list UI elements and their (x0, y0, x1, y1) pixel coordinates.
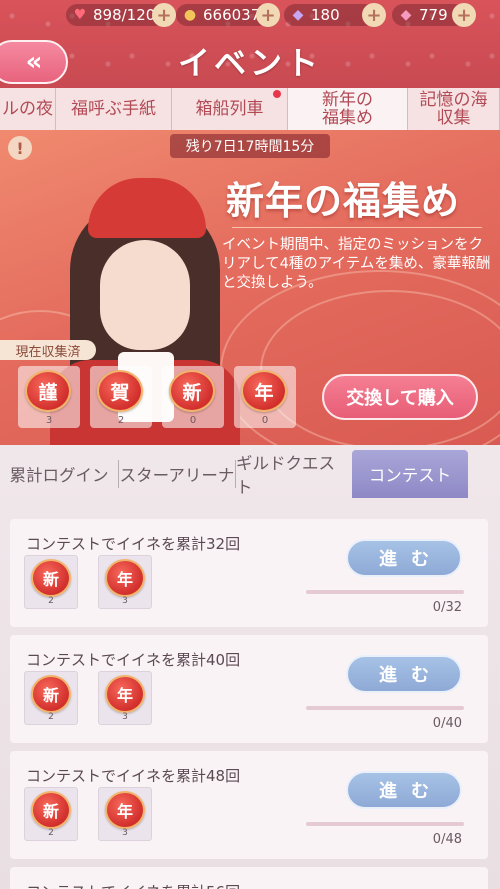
item-count: 2 (117, 415, 125, 426)
progress-bar (306, 590, 464, 594)
event-tabs: ルの夜 福呼ぶ手紙 箱船列車 新年の 福集め 記憶の海 収集 (0, 88, 500, 130)
tab-label: ルの夜 (2, 99, 53, 119)
tab-memory-sea[interactable]: 記憶の海 収集 (408, 88, 500, 130)
seal-coin-icon: 謹 (25, 370, 71, 412)
reward-count: 3 (122, 712, 128, 722)
add-pink-gem-button[interactable]: + (452, 3, 476, 27)
reward-count: 2 (48, 828, 54, 838)
reward-item[interactable]: 年 3 (98, 555, 152, 609)
character-face (100, 240, 190, 350)
cat-coin-icon: ● (183, 7, 197, 23)
tab-ark-train[interactable]: 箱船列車 (172, 88, 288, 130)
seal-coin-icon: 年 (105, 791, 145, 829)
character-hat (88, 178, 206, 238)
seal-coin-icon: 年 (105, 675, 145, 713)
mission-category-tabs: 累計ログイン スターアリーナ ギルドクエスト コンテスト (0, 450, 500, 498)
wave-decoration (260, 290, 500, 445)
heart-icon: ♥ (73, 7, 87, 23)
diamond-icon: ◆ (292, 7, 304, 23)
progress-text: 0/48 (432, 832, 462, 847)
reward-count: 3 (122, 828, 128, 838)
info-icon[interactable]: ! (8, 136, 32, 160)
collected-item[interactable]: 年 0 (234, 366, 296, 428)
collected-item[interactable]: 新 0 (162, 366, 224, 428)
diamond-counter: ◆ 180 + (284, 3, 386, 27)
reward-item[interactable]: 新 2 (24, 787, 78, 841)
event-description: イベント期間中、指定のミッションをクリアして4種のアイテムを集め、豪華報酬と交換… (222, 237, 491, 291)
tab-new-year-collection[interactable]: 新年の 福集め (288, 88, 408, 130)
reward-item[interactable]: 新 2 (24, 555, 78, 609)
reward-item[interactable]: 年 3 (98, 787, 152, 841)
progress-bar (306, 706, 464, 710)
seal-coin-icon: 新 (31, 675, 71, 713)
seal-coin-icon: 新 (31, 559, 71, 597)
reward-count: 2 (48, 712, 54, 722)
tab-lucky-letter[interactable]: 福呼ぶ手紙 (56, 88, 172, 130)
mission-row: コンテストでイイネを累計32回 新 2 年 3 進む 0/32 (10, 519, 488, 627)
mission-row: コンテストでイイネを累計56回 (10, 867, 488, 889)
seal-coin-icon: 年 (241, 370, 287, 412)
mission-title: コンテストでイイネを累計40回 (26, 651, 241, 669)
go-button[interactable]: 進む (346, 539, 462, 577)
category-contest[interactable]: コンテスト (352, 450, 468, 498)
title-divider (232, 227, 482, 228)
mission-title: コンテストでイイネを累計32回 (26, 535, 241, 553)
add-stamina-button[interactable]: + (152, 3, 176, 27)
tab-label: 記憶の海 収集 (419, 90, 488, 128)
stamina-value: 898/120 (93, 6, 156, 24)
stamina-counter: ♥ 898/120 + (66, 3, 176, 27)
item-count: 3 (45, 415, 53, 426)
collected-item[interactable]: 謹 3 (18, 366, 80, 428)
progress-text: 0/40 (432, 716, 462, 731)
category-star-arena[interactable]: スターアリーナ (119, 450, 235, 498)
reward-count: 2 (48, 596, 54, 606)
pink-gem-counter: ◆ 779 + (392, 3, 476, 27)
mission-title: コンテストでイイネを累計48回 (26, 767, 241, 785)
reward-item[interactable]: 新 2 (24, 671, 78, 725)
notification-dot (273, 90, 281, 98)
seal-coin-icon: 年 (105, 559, 145, 597)
item-count: 0 (261, 415, 269, 426)
category-guild-quest[interactable]: ギルドクエスト (236, 450, 350, 498)
seal-coin-icon: 賀 (97, 370, 143, 412)
collected-item[interactable]: 賀 2 (90, 366, 152, 428)
progress-text: 0/32 (432, 600, 462, 615)
gold-counter: ● 6660371 + (176, 3, 280, 27)
event-title: 新年の福集め (226, 178, 461, 223)
reward-count: 3 (122, 596, 128, 606)
go-button[interactable]: 進む (346, 655, 462, 693)
collected-label: 現在収集済 (0, 340, 96, 360)
mission-row: コンテストでイイネを累計48回 新 2 年 3 進む 0/48 (10, 751, 488, 859)
tab-label: 福呼ぶ手紙 (71, 99, 156, 119)
add-gold-button[interactable]: + (256, 3, 280, 27)
progress-bar (306, 822, 464, 826)
top-header: ♥ 898/120 + ● 6660371 + ◆ 180 + ◆ 779 + … (0, 0, 500, 88)
tab-label: 新年の 福集め (322, 90, 373, 128)
event-banner: ! 残り7日17時間15分 新年の福集め イベント期間中、指定のミッションをクリ… (0, 130, 500, 445)
category-login[interactable]: 累計ログイン (0, 450, 118, 498)
add-diamond-button[interactable]: + (362, 3, 386, 27)
seal-coin-icon: 新 (169, 370, 215, 412)
go-button[interactable]: 進む (346, 771, 462, 809)
page-title: イベント (177, 44, 322, 82)
pink-gem-icon: ◆ (400, 7, 412, 23)
remaining-time: 残り7日17時間15分 (170, 134, 330, 158)
mission-row: コンテストでイイネを累計40回 新 2 年 3 進む 0/40 (10, 635, 488, 743)
seal-coin-icon: 新 (31, 791, 71, 829)
tab-label: 箱船列車 (195, 99, 264, 119)
item-count: 0 (189, 415, 197, 426)
exchange-button[interactable]: 交換して購入 (322, 374, 478, 420)
tab-night[interactable]: ルの夜 (0, 88, 56, 130)
pink-gem-value: 779 (419, 6, 448, 24)
mission-title: コンテストでイイネを累計56回 (26, 881, 240, 889)
diamond-value: 180 (311, 6, 340, 24)
reward-item[interactable]: 年 3 (98, 671, 152, 725)
